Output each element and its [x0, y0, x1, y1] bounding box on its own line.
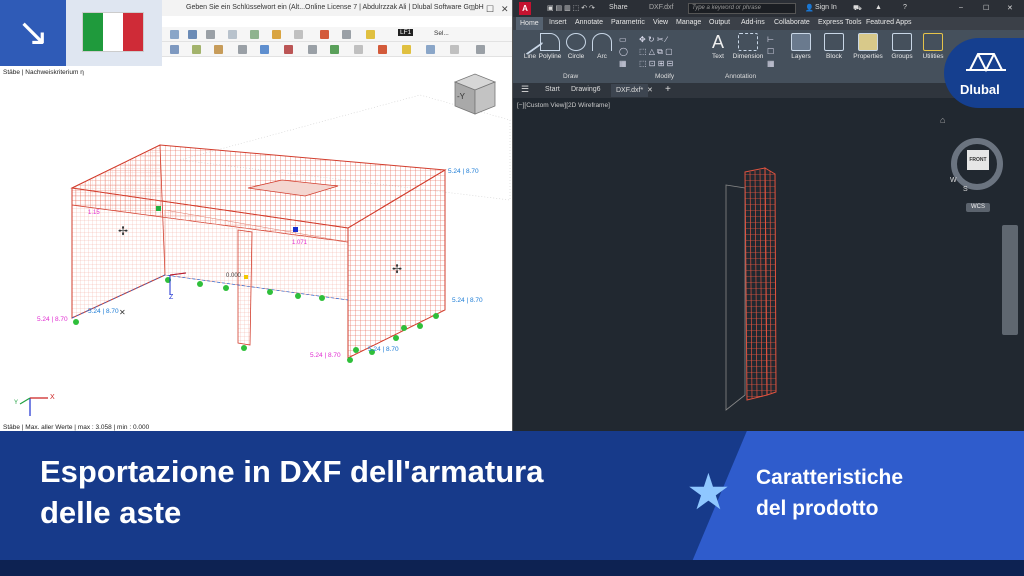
cursor-icon: ✢ [392, 262, 403, 276]
cross-icon: ✕ [119, 308, 126, 317]
result-info-bottom: Stäbe | Max. aller Werte | max : 3.058 |… [3, 424, 150, 431]
result-label: 5.24 | 8.70 [448, 168, 479, 175]
view-cube-face[interactable]: FRONT [967, 150, 989, 170]
view-cube-label: -Y [457, 92, 465, 101]
banner-category-line: Caratteristiche [756, 466, 904, 489]
column [237, 229, 253, 346]
result-label: 0.000 [226, 273, 242, 279]
result-label: 1.15 [88, 210, 100, 216]
language-badge: ↘ [0, 0, 162, 66]
cursor-icon: ✢ [118, 224, 129, 238]
global-axis [19, 397, 48, 416]
bridge-icon [966, 53, 1006, 73]
result-label: 5.24 | 8.70 [37, 316, 68, 323]
result-label: 5.24 | 8.70 [452, 297, 483, 304]
node-marker [244, 275, 248, 279]
dlubal-logo: Dlubal [944, 38, 1024, 108]
axis-label-x: X [50, 394, 55, 401]
italian-flag [82, 12, 144, 52]
result-label: 5.24 | 8.70 [368, 346, 399, 353]
rfem-view-cube[interactable]: -Y [449, 70, 499, 116]
wcs-dropdown[interactable]: WCS [966, 203, 990, 212]
axis-label-y: Y [14, 400, 19, 406]
banner-category-line: del prodotto [756, 497, 879, 520]
arrow-down-right-icon: ↘ [0, 0, 66, 66]
outline [725, 184, 746, 411]
node-marker [156, 206, 161, 211]
compass-s: S [963, 186, 968, 193]
banner-title-line: Esportazione in DXF dell'armatura [40, 454, 544, 489]
dlubal-wordmark: Dlubal [960, 82, 1000, 97]
bottom-strip [0, 560, 1024, 576]
result-label: 5.24 | 8.70 [310, 352, 341, 359]
result-label: 1.071 [292, 240, 308, 246]
banner-category: Caratteristiche del prodotto [756, 462, 903, 524]
banner-title: Esportazione in DXF dell'armatura delle … [40, 451, 660, 533]
autocad-view-cube[interactable]: FRONT [951, 138, 1003, 190]
compass-w: W [950, 177, 957, 184]
star-icon: ★ [686, 464, 731, 520]
banner-title-line: delle aste [40, 495, 182, 530]
result-label: 5.24 | 8.70 [88, 308, 119, 315]
navigation-bar[interactable] [1002, 225, 1018, 335]
axis-label-z: Z [169, 294, 174, 301]
node-marker [293, 227, 298, 232]
